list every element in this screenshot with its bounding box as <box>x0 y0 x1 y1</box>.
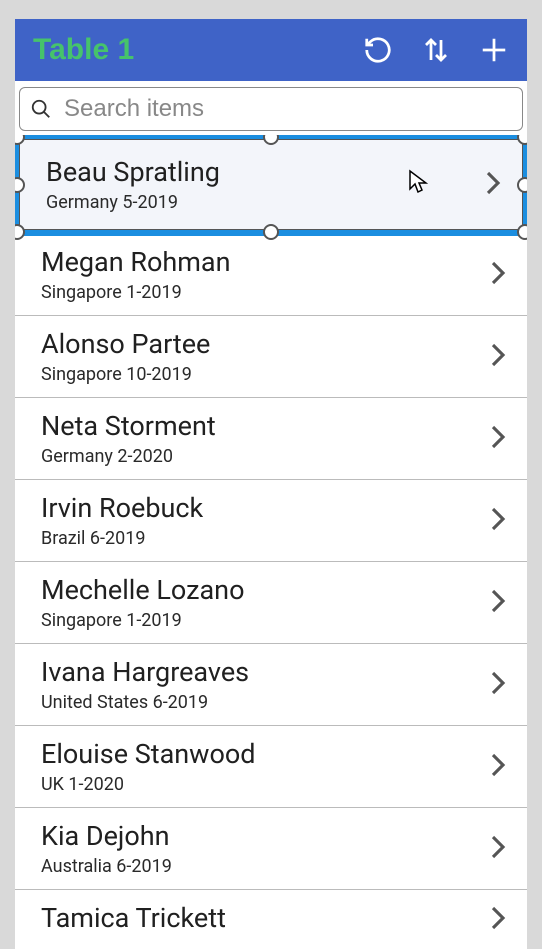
chevron-right-icon[interactable] <box>489 504 507 538</box>
list-item-subtitle: Singapore 1-2019 <box>41 282 489 303</box>
chevron-right-icon[interactable] <box>489 258 507 292</box>
list-item-content: Kia Dejohn Australia 6-2019 <box>41 820 489 877</box>
list-item[interactable]: Kia Dejohn Australia 6-2019 <box>15 808 527 890</box>
list-item-subtitle: Germany 2-2020 <box>41 446 489 467</box>
list-item-content: Neta Storment Germany 2-2020 <box>41 410 489 467</box>
list-item-content: Beau Spratling Germany 5-2019 <box>46 156 484 213</box>
header: Table 1 <box>15 19 527 81</box>
search-bar[interactable] <box>19 87 523 131</box>
list-item-content: Alonso Partee Singapore 10-2019 <box>41 328 489 385</box>
list-item-name: Ivana Hargreaves <box>41 656 489 688</box>
list-item[interactable]: Elouise Stanwood UK 1-2020 <box>15 726 527 808</box>
refresh-icon[interactable] <box>363 35 393 65</box>
list-item-name: Alonso Partee <box>41 328 489 360</box>
page-title: Table 1 <box>33 33 363 67</box>
list-item-name: Tamica Trickett <box>41 902 489 934</box>
list-item-name: Beau Spratling <box>46 156 484 188</box>
list-item-name: Irvin Roebuck <box>41 492 489 524</box>
list-item[interactable]: Irvin Roebuck Brazil 6-2019 <box>15 480 527 562</box>
list-item-subtitle: Brazil 6-2019 <box>41 528 489 549</box>
list-item-name: Mechelle Lozano <box>41 574 489 606</box>
list-item-name: Kia Dejohn <box>41 820 489 852</box>
chevron-right-icon[interactable] <box>489 586 507 620</box>
chevron-right-icon[interactable] <box>489 422 507 456</box>
chevron-right-icon[interactable] <box>489 903 507 937</box>
list-item-subtitle: UK 1-2020 <box>41 774 489 795</box>
list-item-content: Irvin Roebuck Brazil 6-2019 <box>41 492 489 549</box>
list-item-content: Elouise Stanwood UK 1-2020 <box>41 738 489 795</box>
add-icon[interactable] <box>479 35 509 65</box>
search-input[interactable] <box>64 95 512 123</box>
list-item[interactable]: Mechelle Lozano Singapore 1-2019 <box>15 562 527 644</box>
list-item-subtitle: Germany 5-2019 <box>46 192 484 213</box>
list-item[interactable]: Alonso Partee Singapore 10-2019 <box>15 316 527 398</box>
list: Beau Spratling Germany 5-2019 Megan Rohm <box>15 135 527 938</box>
list-item[interactable]: Tamica Trickett <box>15 890 527 938</box>
app-container: Table 1 Beau Spratling Germany 5-2019 <box>15 19 527 949</box>
list-item-name: Megan Rohman <box>41 246 489 278</box>
list-item-name: Neta Storment <box>41 410 489 442</box>
chevron-right-icon[interactable] <box>489 750 507 784</box>
list-item[interactable]: Ivana Hargreaves United States 6-2019 <box>15 644 527 726</box>
list-item-name: Elouise Stanwood <box>41 738 489 770</box>
chevron-right-icon[interactable] <box>489 832 507 866</box>
selection-handle[interactable] <box>517 177 527 193</box>
selection-handle[interactable] <box>517 224 527 240</box>
list-item-content: Mechelle Lozano Singapore 1-2019 <box>41 574 489 631</box>
list-item-content: Ivana Hargreaves United States 6-2019 <box>41 656 489 713</box>
search-icon <box>30 98 52 120</box>
selected-list-item-wrapper[interactable]: Beau Spratling Germany 5-2019 <box>15 135 527 236</box>
selection-handle[interactable] <box>263 224 279 240</box>
list-item[interactable]: Neta Storment Germany 2-2020 <box>15 398 527 480</box>
list-item-subtitle: Singapore 1-2019 <box>41 610 489 631</box>
chevron-right-icon[interactable] <box>484 168 502 202</box>
list-item-content: Tamica Trickett <box>41 902 489 938</box>
list-item-subtitle: United States 6-2019 <box>41 692 489 713</box>
header-actions <box>363 35 509 65</box>
list-item-content: Megan Rohman Singapore 1-2019 <box>41 246 489 303</box>
list-item[interactable]: Beau Spratling Germany 5-2019 <box>19 139 523 230</box>
chevron-right-icon[interactable] <box>489 340 507 374</box>
sort-icon[interactable] <box>421 35 451 65</box>
list-item-subtitle: Singapore 10-2019 <box>41 364 489 385</box>
list-item[interactable]: Megan Rohman Singapore 1-2019 <box>15 234 527 316</box>
chevron-right-icon[interactable] <box>489 668 507 702</box>
list-item-subtitle: Australia 6-2019 <box>41 856 489 877</box>
